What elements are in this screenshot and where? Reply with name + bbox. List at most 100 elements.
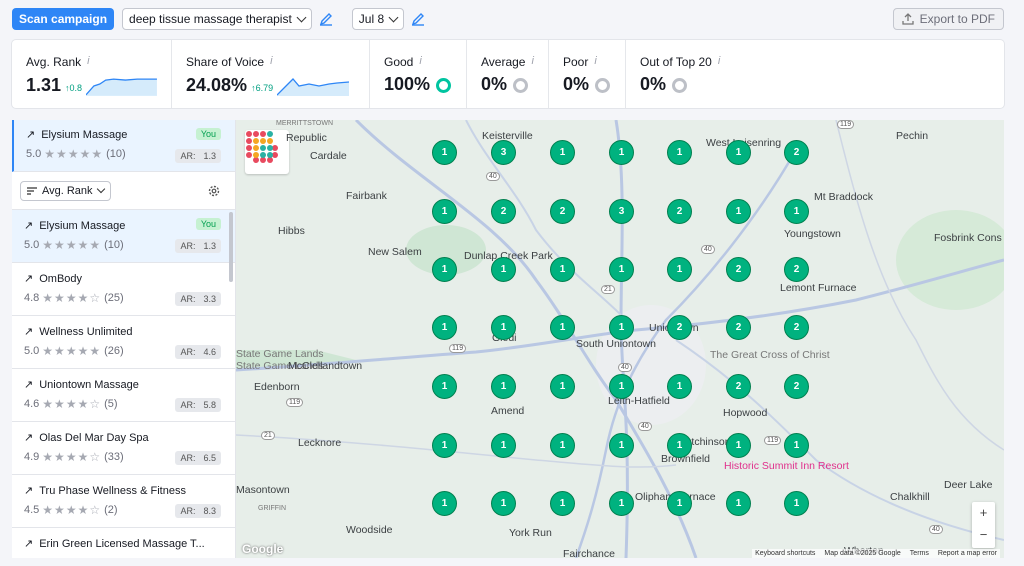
terms-link[interactable]: Terms: [910, 550, 929, 557]
edit-keyword-icon[interactable]: [318, 11, 334, 27]
rank-pin[interactable]: 1: [491, 491, 516, 516]
external-link-icon[interactable]: ↗: [24, 325, 33, 338]
gear-icon[interactable]: [207, 184, 221, 198]
zoom-out-button[interactable]: −: [972, 524, 995, 546]
rank-pin[interactable]: 1: [432, 433, 457, 458]
rank-pin[interactable]: 1: [491, 257, 516, 282]
rank-pin[interactable]: 1: [491, 315, 516, 340]
info-icon[interactable]: i: [87, 55, 89, 69]
rank-pin[interactable]: 1: [784, 491, 809, 516]
rank-pin[interactable]: 1: [432, 491, 457, 516]
rank-pin[interactable]: 1: [432, 140, 457, 165]
external-link-icon[interactable]: ↗: [24, 431, 33, 444]
stats-panel: Avg. Rank i 1.31 ↑0.8 Share of Voice i 24.…: [12, 40, 1004, 108]
keyword-select[interactable]: deep tissue massage therapist: [122, 8, 312, 30]
rank-pin[interactable]: 1: [667, 491, 692, 516]
rank-pin[interactable]: 2: [784, 140, 809, 165]
scrollbar[interactable]: [229, 212, 233, 282]
competitor-list-item[interactable]: ↗ Wellness Unlimited 5.0 ★★★★★ (26) AR: 4.6: [12, 316, 235, 369]
avg-rank-sparkline: [86, 78, 157, 96]
competitor-list-item[interactable]: ↗ OmBody 4.8 ★★★★☆ (25) AR: 3.3: [12, 263, 235, 316]
rank-pin[interactable]: 1: [609, 491, 634, 516]
rank-pin[interactable]: 1: [432, 374, 457, 399]
external-link-icon[interactable]: ↗: [24, 272, 33, 285]
competitor-list: ↗ Elysium Massage 5.0 ★★★★★ (10) You AR: 1.3 ↗ Om…: [12, 210, 235, 558]
map-label: Lecknore: [298, 437, 342, 449]
rank-grid-map[interactable]: Republic Cardale Keisterville West Leisenri…: [236, 120, 1004, 558]
review-count: (25): [104, 292, 124, 304]
rank-pin[interactable]: 1: [491, 433, 516, 458]
rank-pin[interactable]: 1: [609, 257, 634, 282]
rank-pin[interactable]: 1: [432, 315, 457, 340]
rank-pin[interactable]: 2: [726, 257, 751, 282]
pinned-business-card[interactable]: ↗ Elysium Massage 5.0 ★★★★★ (10) You AR: 1.3: [12, 120, 235, 172]
ar-badge: AR: 3.3: [175, 292, 221, 306]
external-link-icon[interactable]: ↗: [24, 219, 33, 232]
rank-pin[interactable]: 1: [726, 491, 751, 516]
route-shield: 119: [449, 344, 467, 353]
rank-pin[interactable]: 1: [491, 374, 516, 399]
rank-pin[interactable]: 1: [784, 199, 809, 224]
rank-pin[interactable]: 1: [550, 374, 575, 399]
info-icon[interactable]: i: [270, 55, 272, 69]
rank-pin[interactable]: 2: [784, 257, 809, 282]
rank-pin[interactable]: 1: [550, 491, 575, 516]
rank-pin[interactable]: 1: [609, 374, 634, 399]
rank-pin[interactable]: 2: [726, 315, 751, 340]
sov-value: 24.08%: [186, 75, 248, 95]
rank-pin[interactable]: 3: [491, 140, 516, 165]
rank-pin[interactable]: 1: [667, 374, 692, 399]
rank-pin[interactable]: 1: [609, 315, 634, 340]
rank-pin[interactable]: 1: [609, 140, 634, 165]
edit-date-icon[interactable]: [410, 11, 426, 27]
sort-row: Avg. Rank: [12, 172, 235, 210]
rank-pin[interactable]: 1: [550, 433, 575, 458]
rank-pin[interactable]: 3: [609, 199, 634, 224]
rank-pin[interactable]: 1: [784, 433, 809, 458]
sort-select[interactable]: Avg. Rank: [20, 180, 111, 201]
rank-pin[interactable]: 2: [726, 374, 751, 399]
competitor-list-item[interactable]: ↗ Elysium Massage 5.0 ★★★★★ (10) You AR: 1.3: [12, 210, 235, 263]
rank-pin[interactable]: 2: [784, 374, 809, 399]
rank-pin[interactable]: 1: [550, 257, 575, 282]
report-map-error-link[interactable]: Report a map error: [938, 550, 997, 557]
info-icon[interactable]: i: [419, 55, 421, 69]
rank-pin[interactable]: 1: [432, 257, 457, 282]
competitor-list-item[interactable]: ↗ Tru Phase Wellness & Fitness 4.5 ★★★★☆ (2)…: [12, 475, 235, 528]
external-link-icon[interactable]: ↗: [24, 537, 33, 550]
rank-pin[interactable]: 1: [726, 433, 751, 458]
competitor-list-item[interactable]: ↗ Erin Green Licensed Massage T... ★★★★★: [12, 528, 235, 559]
date-select[interactable]: Jul 8: [351, 8, 405, 30]
rank-pin[interactable]: 2: [550, 199, 575, 224]
zoom-in-button[interactable]: +: [972, 502, 995, 524]
rank-pin[interactable]: 1: [550, 315, 575, 340]
rank-pin[interactable]: 2: [667, 315, 692, 340]
keyboard-shortcuts-link[interactable]: Keyboard shortcuts: [755, 550, 815, 557]
rank-pin[interactable]: 1: [726, 140, 751, 165]
info-icon[interactable]: i: [594, 55, 596, 69]
rank-pin[interactable]: 1: [550, 140, 575, 165]
rank-pin[interactable]: 1: [609, 433, 634, 458]
external-link-icon[interactable]: ↗: [26, 128, 35, 141]
external-link-icon[interactable]: ↗: [24, 378, 33, 391]
info-icon[interactable]: i: [718, 55, 720, 69]
info-icon[interactable]: i: [531, 55, 533, 69]
rating: 5.0: [24, 239, 40, 251]
rank-pin[interactable]: 1: [667, 433, 692, 458]
rank-pin[interactable]: 1: [667, 257, 692, 282]
poor-ring-icon: [595, 78, 611, 93]
rank-pin[interactable]: 1: [432, 199, 457, 224]
rank-pin[interactable]: 1: [667, 140, 692, 165]
route-shield: 119: [286, 398, 304, 407]
avg-rank-value: 1.31: [26, 75, 62, 95]
scan-campaign-button[interactable]: Scan campaign: [12, 8, 115, 30]
rank-pin[interactable]: 2: [667, 199, 692, 224]
zoom-controls: + −: [972, 502, 995, 548]
external-link-icon[interactable]: ↗: [24, 484, 33, 497]
rank-pin[interactable]: 2: [784, 315, 809, 340]
export-pdf-button[interactable]: Export to PDF: [892, 8, 1004, 30]
competitor-list-item[interactable]: ↗ Olas Del Mar Day Spa 4.9 ★★★★☆ (33) AR: 6.5: [12, 422, 235, 475]
competitor-list-item[interactable]: ↗ Uniontown Massage 4.6 ★★★★☆ (5) AR: 5.8: [12, 369, 235, 422]
rank-pin[interactable]: 1: [726, 199, 751, 224]
rank-pin[interactable]: 2: [491, 199, 516, 224]
